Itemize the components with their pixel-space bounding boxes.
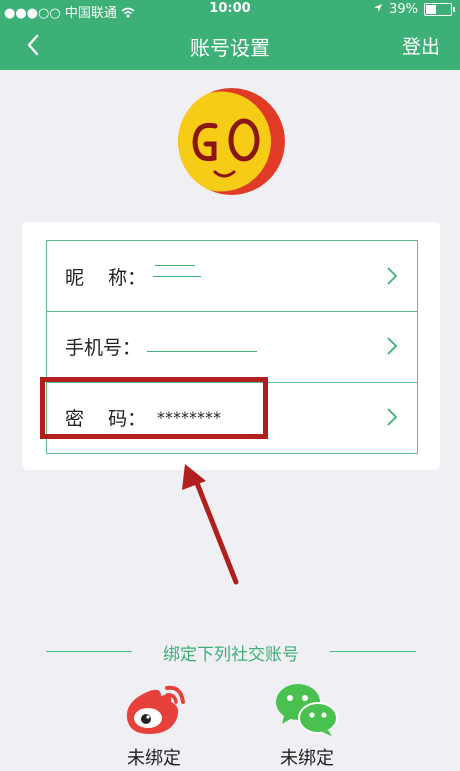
password-highlight-box [40,377,268,439]
social-section-title: 绑定下列社交账号 [163,645,299,665]
nav-bar: 账号设置 登出 [0,20,460,70]
phone-row[interactable]: 手机号： [47,311,417,381]
status-bar: ●●●○○ 中国联通 10:00 39% [0,0,460,21]
chevron-right-icon [387,337,398,355]
battery-percent: 39% [389,2,418,17]
chevron-right-icon [387,267,398,285]
page-title: 账号设置 [190,36,270,60]
weibo-bind-status: 未绑定 [127,748,181,769]
wechat-bind-status: 未绑定 [280,748,334,769]
row-divider [47,311,417,312]
social-section-header: 绑定下列社交账号 [46,640,416,665]
battery-icon [424,3,455,16]
avatar[interactable]: GO [178,88,285,195]
weibo-icon [126,685,185,734]
phone-redaction-line [147,351,257,352]
annotation-arrow-icon [182,464,239,585]
logout-button[interactable]: 登出 [402,32,440,59]
chevron-right-icon [387,408,398,426]
nickname-redaction-line-2 [153,276,201,277]
nickname-label: 昵 称： [65,267,147,289]
weibo-bind[interactable]: 未绑定 [104,680,204,770]
nickname-redaction-line [155,265,195,266]
wechat-icon [276,684,338,736]
phone-label: 手机号： [65,337,142,359]
status-right: 39% [373,2,455,17]
top-bar: ●●●○○ 中国联通 10:00 39% 账号设置 登出 [0,0,460,70]
location-arrow-icon [373,2,383,17]
wechat-bind[interactable]: 未绑定 [257,680,357,770]
nickname-row[interactable]: 昵 称： [47,241,417,311]
